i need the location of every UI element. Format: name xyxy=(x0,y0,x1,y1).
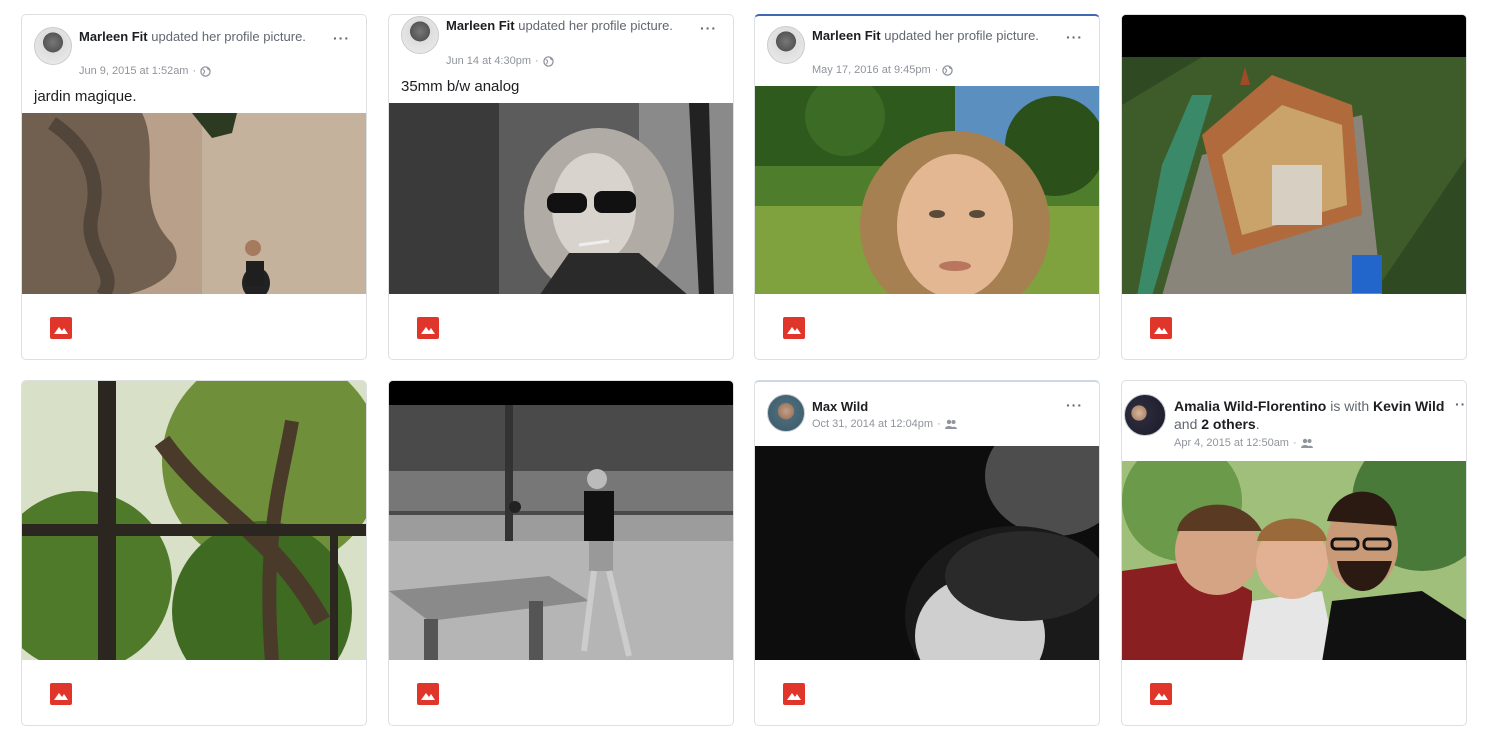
friends-icon xyxy=(1300,438,1313,448)
post-card[interactable]: Marleen Fit updated her profile picture.… xyxy=(21,14,367,360)
tagged-person[interactable]: Kevin Wild xyxy=(1373,398,1444,414)
post-meta: Jun 14 at 4:30pm · xyxy=(446,55,554,67)
post-card[interactable]: Marleen Fit updated her profile picture.… xyxy=(754,14,1100,360)
post-photo[interactable] xyxy=(389,381,733,660)
photo-icon[interactable] xyxy=(417,317,439,339)
post-photo[interactable] xyxy=(22,381,366,660)
photo-image xyxy=(755,86,1099,294)
post-action: updated her profile picture. xyxy=(151,29,306,44)
post-footer xyxy=(22,660,366,725)
photo-image xyxy=(389,381,733,660)
friends-icon xyxy=(944,419,957,429)
author-name[interactable]: Marleen Fit xyxy=(446,18,515,33)
photo-icon[interactable] xyxy=(783,683,805,705)
avatar[interactable] xyxy=(1124,394,1166,436)
photo-icon[interactable] xyxy=(1150,683,1172,705)
globe-icon xyxy=(200,65,211,77)
post-photo[interactable] xyxy=(755,86,1099,294)
post-headline: Marleen Fit updated her profile picture. xyxy=(446,17,693,34)
post-footer xyxy=(389,660,733,725)
post-card[interactable]: Marleen Fit updated her profile picture.… xyxy=(388,14,734,360)
avatar[interactable] xyxy=(401,16,439,54)
author-name[interactable]: Amalia Wild-Florentino xyxy=(1174,398,1326,414)
photo-image xyxy=(1122,461,1466,660)
photo-icon[interactable] xyxy=(417,683,439,705)
post-headline: Max Wild xyxy=(812,398,1059,415)
post-photo[interactable] xyxy=(389,103,733,294)
more-options-icon[interactable]: ··· xyxy=(1066,30,1083,44)
photo-image xyxy=(389,103,733,294)
post-action: updated her profile picture. xyxy=(884,28,1039,43)
post-footer xyxy=(1122,660,1466,725)
post-card[interactable] xyxy=(1121,14,1467,360)
photo-icon[interactable] xyxy=(50,317,72,339)
photo-icon[interactable] xyxy=(1150,317,1172,339)
post-action: updated her profile picture. xyxy=(518,18,673,33)
post-footer xyxy=(755,294,1099,359)
avatar[interactable] xyxy=(34,27,72,65)
post-meta: Apr 4, 2015 at 12:50am · xyxy=(1174,437,1313,449)
period: . xyxy=(1255,416,1260,432)
post-photo[interactable] xyxy=(755,446,1099,660)
post-headline: Marleen Fit updated her profile picture. xyxy=(812,27,1059,44)
photo-image xyxy=(22,381,366,660)
author-name[interactable]: Marleen Fit xyxy=(812,28,881,43)
more-options-icon[interactable]: ··· xyxy=(1455,397,1466,411)
photo-image xyxy=(755,446,1099,660)
with-word: is with xyxy=(1330,398,1370,414)
post-footer xyxy=(22,294,366,359)
post-photo[interactable] xyxy=(1122,15,1466,294)
timestamp[interactable]: Jun 9, 2015 at 1:52am xyxy=(79,65,188,77)
post-footer xyxy=(389,294,733,359)
post-headline: Marleen Fit updated her profile picture. xyxy=(79,28,326,45)
post-photo[interactable] xyxy=(1122,461,1466,660)
avatar[interactable] xyxy=(767,26,805,64)
post-headline: Amalia Wild-Florentino is with Kevin Wil… xyxy=(1174,397,1446,433)
post-card[interactable] xyxy=(388,380,734,726)
avatar[interactable] xyxy=(767,394,805,432)
more-options-icon[interactable]: ··· xyxy=(700,21,717,35)
post-footer xyxy=(1122,294,1466,359)
post-caption: jardin magique. xyxy=(34,88,137,105)
globe-icon xyxy=(942,64,954,76)
more-options-icon[interactable]: ··· xyxy=(333,31,350,45)
author-name[interactable]: Max Wild xyxy=(812,399,868,414)
photo-icon[interactable] xyxy=(783,317,805,339)
photo-image xyxy=(1122,15,1466,294)
globe-icon xyxy=(542,55,554,67)
tagged-others[interactable]: 2 others xyxy=(1201,416,1255,432)
post-footer xyxy=(755,660,1099,725)
and-word: and xyxy=(1174,416,1198,432)
photo-icon[interactable] xyxy=(50,683,72,705)
post-caption: 35mm b/w analog xyxy=(401,78,520,95)
photo-image xyxy=(22,113,366,294)
timestamp[interactable]: Jun 14 at 4:30pm xyxy=(446,55,531,67)
post-meta: May 17, 2016 at 9:45pm · xyxy=(812,64,954,76)
post-photo[interactable] xyxy=(22,113,366,294)
post-card[interactable] xyxy=(21,380,367,726)
post-card[interactable]: Amalia Wild-Florentino is with Kevin Wil… xyxy=(1121,380,1467,726)
timestamp[interactable]: Oct 31, 2014 at 12:04pm xyxy=(812,418,933,430)
author-name[interactable]: Marleen Fit xyxy=(79,29,148,44)
post-card[interactable]: Max Wild Oct 31, 2014 at 12:04pm · ··· xyxy=(754,380,1100,726)
post-meta: Oct 31, 2014 at 12:04pm · xyxy=(812,418,957,430)
timestamp[interactable]: May 17, 2016 at 9:45pm xyxy=(812,64,931,76)
more-options-icon[interactable]: ··· xyxy=(1066,398,1083,412)
timestamp[interactable]: Apr 4, 2015 at 12:50am xyxy=(1174,437,1289,449)
post-meta: Jun 9, 2015 at 1:52am · xyxy=(79,65,211,77)
